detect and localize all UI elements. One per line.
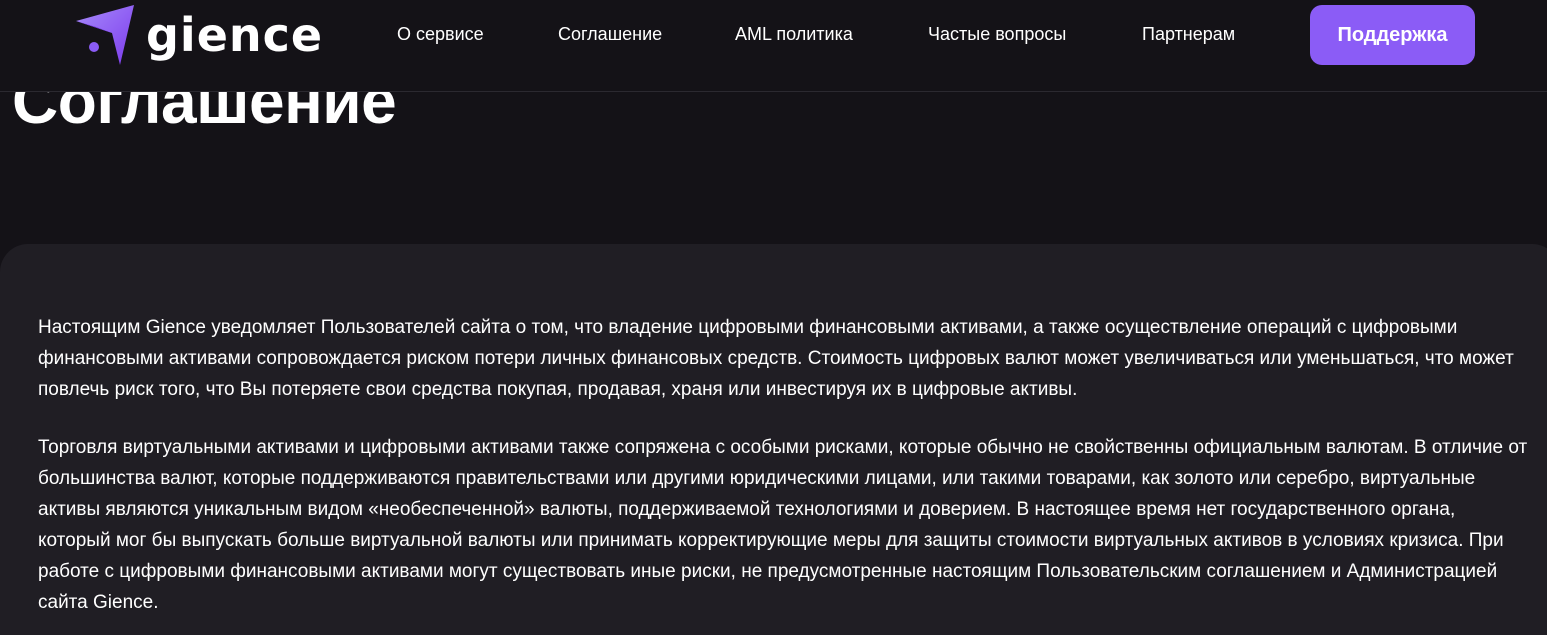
- agreement-paragraph-2: Торговля виртуальными активами и цифровы…: [38, 437, 1528, 613]
- agreement-page: Соглашение gience О сервисе Соглашение A…: [0, 0, 1547, 635]
- nav-aml-policy[interactable]: AML политика: [735, 24, 853, 45]
- nav-about[interactable]: О сервисе: [397, 24, 484, 45]
- nav-faq[interactable]: Частые вопросы: [928, 24, 1066, 45]
- nav-agreement[interactable]: Соглашение: [558, 24, 662, 45]
- agreement-paragraph-1: Настоящим Gience уведомляет Пользователе…: [38, 317, 1514, 400]
- site-header: gience О сервисе Соглашение AML политика…: [0, 0, 1547, 92]
- support-button[interactable]: Поддержка: [1310, 5, 1475, 65]
- nav-partners[interactable]: Партнерам: [1142, 24, 1235, 45]
